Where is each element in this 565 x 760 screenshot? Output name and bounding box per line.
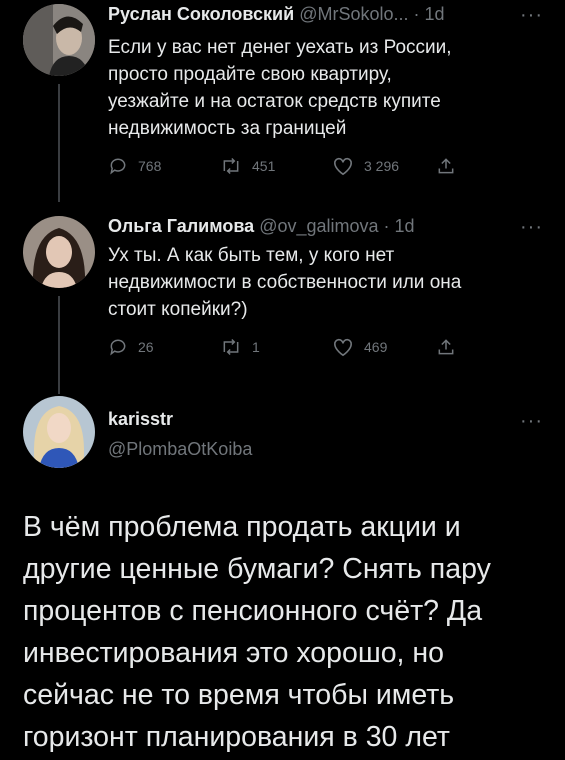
like-button[interactable]: 3 296 bbox=[332, 156, 399, 176]
tweet-text-line: Если у вас нет денег уехать из России, bbox=[108, 37, 452, 58]
retweet-button[interactable]: 451 bbox=[220, 156, 275, 176]
avatar[interactable] bbox=[23, 4, 95, 76]
thread-line bbox=[58, 296, 60, 394]
tweet-text-line: процентов с пенсионного счёт? Да bbox=[23, 595, 483, 627]
reply-count: 26 bbox=[138, 339, 154, 355]
tweet-text-line: Ух ты. А как быть тем, у кого нет bbox=[108, 245, 395, 266]
share-icon bbox=[438, 158, 454, 174]
author-name[interactable]: Руслан Соколовский bbox=[108, 4, 294, 24]
like-button[interactable]: 469 bbox=[332, 337, 387, 357]
share-button[interactable] bbox=[436, 337, 466, 357]
tweet-text: Ух ты. А как быть тем, у кого нет недвиж… bbox=[108, 242, 548, 323]
action-bar: 26 1 469 bbox=[108, 337, 488, 363]
avatar-image bbox=[23, 216, 95, 288]
tweet-text-line: просто продайте свою квартиру, bbox=[108, 64, 392, 85]
reply-icon bbox=[110, 339, 126, 356]
reply-count: 768 bbox=[138, 158, 162, 174]
tweet-text: Если у вас нет денег уехать из России, п… bbox=[108, 34, 548, 142]
action-bar: 768 451 3 296 bbox=[108, 156, 488, 182]
share-icon bbox=[438, 339, 454, 355]
author-name[interactable]: Ольга Галимова bbox=[108, 216, 254, 236]
tweet-text-line: инвестирования это хорошо, но bbox=[23, 637, 444, 669]
like-count: 3 296 bbox=[364, 158, 400, 174]
share-button[interactable] bbox=[436, 156, 466, 176]
tweet-text-line: стоит копейки?) bbox=[108, 299, 248, 320]
main-tweet-text: В чём проблема продать акции и другие це… bbox=[23, 506, 553, 758]
reply-button[interactable]: 768 bbox=[108, 156, 161, 176]
avatar-image bbox=[23, 4, 95, 76]
tweet-text-line: недвижимость за границей bbox=[108, 118, 347, 139]
retweet-button[interactable]: 1 bbox=[220, 337, 260, 357]
tweet-text-line: другие ценные бумаги? Снять пару bbox=[23, 553, 491, 585]
retweet-count: 1 bbox=[252, 339, 260, 355]
tweet-header: Ольга Галимова @ov_galimova · 1d bbox=[108, 215, 415, 237]
main-author-handle-wrap: @PlombaOtKoiba bbox=[108, 438, 252, 460]
like-icon bbox=[334, 157, 352, 176]
more-icon[interactable]: ··· bbox=[520, 411, 543, 431]
like-count: 469 bbox=[364, 339, 388, 355]
retweet-icon bbox=[223, 157, 239, 175]
like-icon bbox=[334, 338, 352, 357]
author-handle[interactable]: @MrSokolo... · 1d bbox=[299, 4, 444, 24]
retweet-icon bbox=[223, 338, 239, 356]
avatar-image bbox=[23, 396, 95, 468]
reply-button[interactable]: 26 bbox=[108, 337, 154, 357]
tweet-text-line: горизонт планирования в 30 лет bbox=[23, 721, 450, 753]
tweet-header: Руслан Соколовский @MrSokolo... · 1d bbox=[108, 3, 445, 25]
author-handle[interactable]: @ov_galimova · 1d bbox=[259, 216, 414, 236]
avatar[interactable] bbox=[23, 216, 95, 288]
tweet-text-line: уезжайте и на остаток средств купите bbox=[108, 91, 441, 112]
author-name[interactable]: karisstr bbox=[108, 409, 173, 429]
tweet-text-line: В чём проблема продать акции и bbox=[23, 511, 461, 543]
reply-icon bbox=[110, 158, 126, 175]
avatar[interactable] bbox=[23, 396, 95, 468]
tweet-text-line: недвижимости в собственности или она bbox=[108, 272, 462, 293]
thread-line bbox=[58, 84, 60, 202]
retweet-count: 451 bbox=[252, 158, 276, 174]
more-icon[interactable]: ··· bbox=[520, 217, 543, 237]
more-icon[interactable]: ··· bbox=[520, 5, 543, 25]
author-handle[interactable]: @PlombaOtKoiba bbox=[108, 439, 252, 459]
main-author-name-wrap: karisstr bbox=[108, 408, 173, 430]
tweet-text-line: сейчас не то время чтобы иметь bbox=[23, 679, 455, 711]
